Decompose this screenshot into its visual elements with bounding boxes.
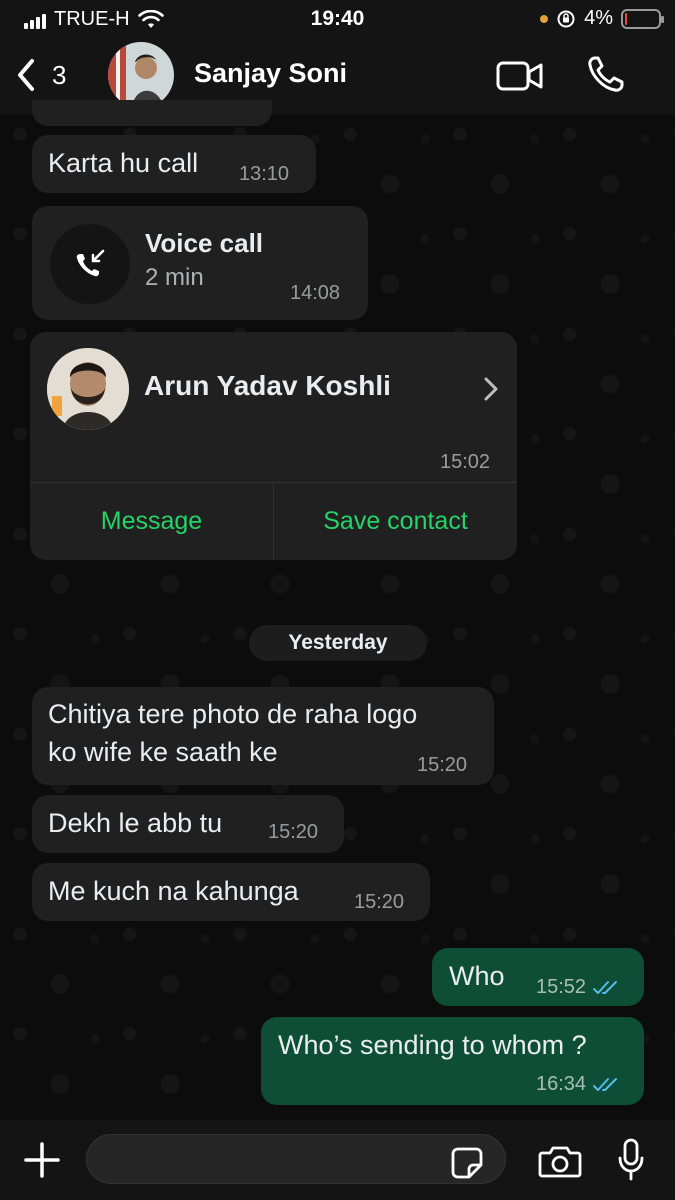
message-bubble-outgoing[interactable]: Who’s sending to whom ? 16:34 [261,1017,644,1105]
contact-avatar[interactable] [108,42,174,108]
chevron-left-icon [18,59,34,91]
battery-icon [621,8,664,29]
contact-card-bubble: Arun Yadav Koshli 15:02 Message Save con… [30,332,517,560]
message-contact-button[interactable]: Message [30,483,273,560]
message-bubble-incoming[interactable]: Me kuch na kahunga 15:20 [32,863,430,921]
message-time: 15:20 [417,754,468,776]
incoming-call-icon [76,249,105,277]
contact-name[interactable]: Sanjay Soni [194,58,347,89]
message-text: Me kuch na kahunga [48,876,299,906]
microphone-icon[interactable] [617,1138,645,1182]
date-separator: Yesterday [249,625,427,661]
chevron-right-icon [484,377,498,401]
plus-icon[interactable] [22,1140,62,1180]
camera-icon[interactable] [538,1144,582,1178]
message-bubble-incoming[interactable]: Karta hu call 13:10 [32,135,316,193]
phone-icon[interactable] [586,54,626,94]
message-meta: 15:52 [536,976,620,999]
message-text: Chitiya tere photo de raha logo ko wife … [48,699,418,767]
message-time: 13:10 [239,163,290,185]
message-composer [0,1120,675,1200]
message-time: 16:34 [536,1073,587,1095]
message-bubble-incoming[interactable]: Chitiya tere photo de raha logo ko wife … [32,687,494,785]
call-icon-circle [50,224,130,304]
message-bubble-incoming[interactable]: Dekh le abb tu 15:20 [32,795,344,853]
message-text: Who’s sending to whom ? [278,1030,587,1060]
message-meta: 16:34 [536,1073,620,1096]
message-time: 15:52 [536,976,587,998]
message-time: 15:02 [440,451,491,473]
battery-percent: 4% [584,7,613,29]
message-bubble-partial [32,100,272,126]
message-text: Who [449,961,505,991]
unread-count: 3 [52,59,67,90]
read-receipt-icon [593,980,618,994]
message-time: 15:20 [354,891,405,913]
contact-card-header[interactable]: Arun Yadav Koshli 15:02 [30,332,517,482]
avatar-image [108,42,174,108]
message-bubble-outgoing[interactable]: Who 15:52 [432,948,644,1006]
voice-call-bubble[interactable]: Voice call 2 min 14:08 [32,206,368,320]
battery-fill [625,12,627,25]
back-button[interactable]: 3 [14,56,66,94]
contact-card-name: Arun Yadav Koshli [144,370,391,401]
read-receipt-icon [593,1077,618,1091]
save-contact-button[interactable]: Save contact [274,483,517,560]
contact-photo [47,348,129,430]
call-duration: 2 min [145,264,204,291]
sticker-icon[interactable] [450,1146,484,1180]
message-text: Karta hu call [48,148,199,178]
message-time: 15:20 [268,821,319,843]
call-title: Voice call [145,228,264,258]
video-camera-icon[interactable] [496,60,544,92]
contact-card-avatar [47,348,129,430]
orientation-lock-icon [557,10,575,27]
privacy-indicator-dot [540,14,549,23]
status-bar: TRUE-H 19:40 4% [0,0,675,38]
message-input[interactable] [86,1134,506,1184]
message-text: Dekh le abb tu [48,808,223,838]
message-time: 14:08 [290,282,341,304]
